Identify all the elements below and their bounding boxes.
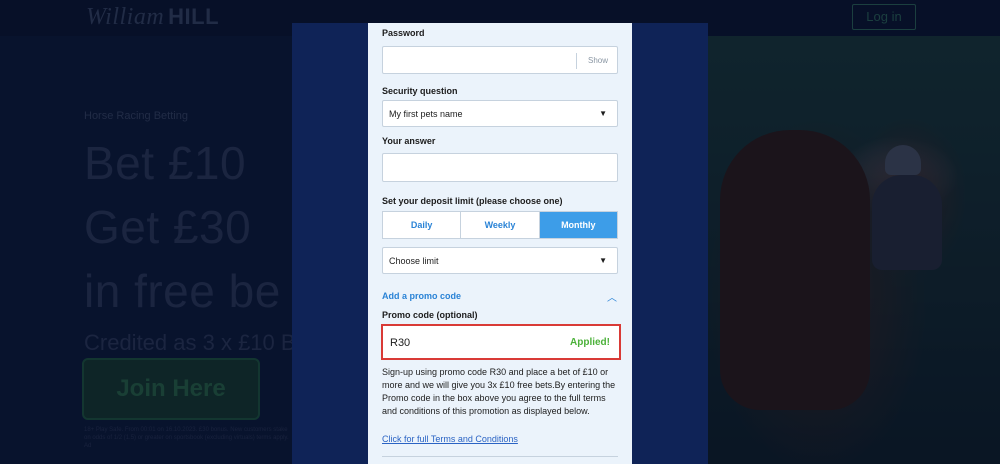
caret-down-icon: ▼ [599,109,607,118]
show-password-toggle[interactable]: Show [588,56,608,65]
promo-code-label: Promo code (optional) [382,310,478,320]
security-question-selected: My first pets name [389,109,463,119]
security-question-select[interactable]: My first pets name ▼ [382,100,618,127]
tab-weekly[interactable]: Weekly [460,212,538,238]
promo-terms-text: Sign-up using promo code R30 and place a… [382,367,616,416]
form-divider [382,456,618,457]
add-promo-code-toggle[interactable]: Add a promo code [382,291,461,301]
password-label: Password [382,28,425,38]
deposit-limit-select[interactable]: Choose limit ▼ [382,247,618,274]
promo-applied-badge: Applied! [570,337,610,348]
deposit-limit-selected: Choose limit [389,256,439,266]
chevron-up-icon[interactable]: ︿ [607,289,617,304]
password-input[interactable]: Show [382,46,618,74]
show-divider [576,53,577,69]
terms-conditions-link[interactable]: Click for full Terms and Conditions [382,434,518,444]
deposit-limit-label: Set your deposit limit (please choose on… [382,196,563,206]
tab-daily[interactable]: Daily [383,212,460,238]
tab-monthly[interactable]: Monthly [538,212,617,238]
promo-code-input[interactable]: R30 Applied! [381,324,621,360]
security-question-label: Security question [382,86,458,96]
deposit-limit-tabs: Daily Weekly Monthly [382,211,618,239]
promo-code-value: R30 [390,337,411,349]
caret-down-icon: ▼ [599,256,607,265]
answer-input[interactable] [382,153,618,182]
answer-label: Your answer [382,136,436,146]
